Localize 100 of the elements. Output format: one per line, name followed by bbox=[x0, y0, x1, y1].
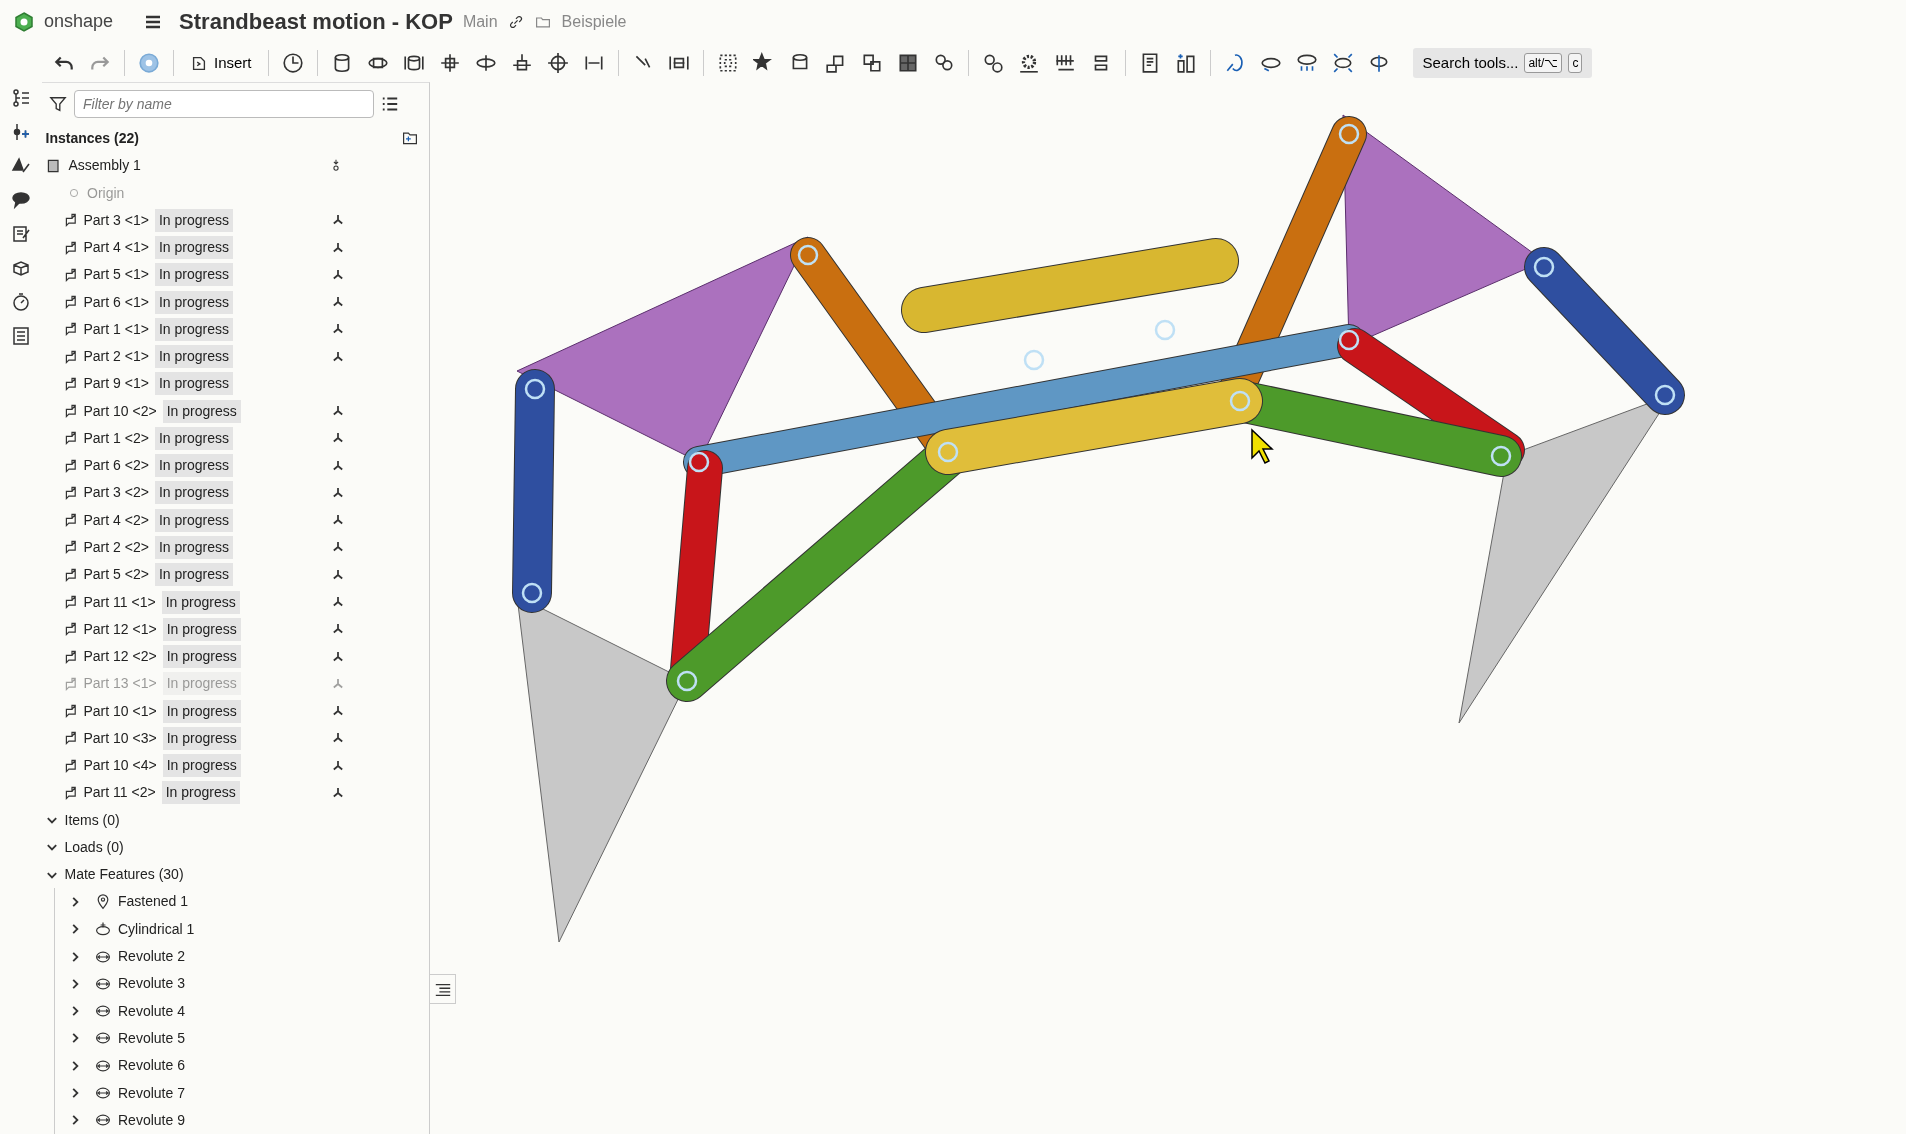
status-tag: In progress bbox=[154, 508, 233, 532]
tree-item-label[interactable]: Part 11 <1> bbox=[83, 591, 156, 613]
notes-icon[interactable] bbox=[11, 223, 31, 244]
tree-item-label[interactable]: Part 12 <1> bbox=[83, 618, 157, 640]
frame-icon[interactable] bbox=[716, 51, 739, 74]
tree-item-label[interactable]: Part 2 <2> bbox=[83, 536, 149, 558]
status-tag: In progress bbox=[154, 236, 233, 260]
status-tag: In progress bbox=[154, 345, 233, 369]
insert-button[interactable]: Insert bbox=[182, 47, 260, 79]
tree-item-label[interactable]: Part 6 <1> bbox=[83, 291, 149, 313]
status-tag: In progress bbox=[162, 672, 241, 696]
key-hint: c bbox=[1568, 52, 1583, 73]
status-tag: In progress bbox=[154, 481, 233, 505]
linkage-drawing[interactable] bbox=[512, 114, 1685, 943]
status-tag: In progress bbox=[162, 754, 241, 778]
add-node-icon[interactable] bbox=[11, 121, 31, 142]
tree-item-label[interactable]: Part 2 <1> bbox=[83, 346, 149, 368]
section-label[interactable]: Loads (0) bbox=[64, 836, 124, 858]
filter-icon[interactable] bbox=[49, 94, 67, 113]
status-tag: In progress bbox=[162, 645, 241, 669]
status-tag: In progress bbox=[154, 563, 233, 587]
tree-item-label[interactable]: Part 5 <2> bbox=[83, 564, 149, 586]
mate-connector-icon[interactable] bbox=[331, 485, 345, 500]
add-folder-icon[interactable] bbox=[401, 130, 419, 147]
mate-connector-icon[interactable] bbox=[331, 595, 345, 609]
status-tag: In progress bbox=[161, 781, 240, 805]
fastened-mate-icon bbox=[95, 893, 111, 910]
tree-item-label[interactable]: Part 10 <1> bbox=[83, 700, 157, 722]
bars-icon[interactable] bbox=[1174, 51, 1197, 74]
mate-connector-icon[interactable] bbox=[331, 649, 345, 664]
mate-connector-icon[interactable] bbox=[331, 758, 345, 773]
checklist-icon[interactable] bbox=[11, 325, 31, 346]
tree-item-label[interactable]: Assembly 1 bbox=[68, 155, 141, 177]
status-tag: In progress bbox=[162, 726, 241, 750]
mate-connector-icon[interactable] bbox=[331, 458, 345, 473]
tree-item-label[interactable]: Cylindrical 1 bbox=[118, 918, 195, 940]
tree-item-label[interactable]: Part 3 <1> bbox=[83, 209, 149, 231]
key-hint: alt/⌥ bbox=[1524, 52, 1563, 73]
tree-item-label[interactable]: Part 12 <2> bbox=[83, 646, 157, 668]
tree-item-label[interactable]: Revolute 7 bbox=[118, 1082, 185, 1104]
stopwatch-icon[interactable] bbox=[11, 291, 31, 312]
tree-item-label[interactable]: Revolute 6 bbox=[118, 1055, 185, 1077]
mate-connector-icon[interactable] bbox=[331, 567, 345, 582]
boxes-icon[interactable] bbox=[860, 51, 883, 74]
tree-item-label[interactable]: Part 10 <3> bbox=[83, 727, 157, 749]
logo-text: onshape bbox=[44, 10, 114, 34]
status-tag: In progress bbox=[154, 290, 233, 314]
cylindrical-mate-icon bbox=[95, 921, 111, 938]
section-label[interactable]: Mate Features (30) bbox=[64, 864, 184, 886]
tree-item-label[interactable]: Part 5 <1> bbox=[83, 264, 149, 286]
search-tools-button[interactable]: Search tools... alt/⌥ c bbox=[1412, 47, 1593, 79]
status-tag: In progress bbox=[161, 590, 240, 614]
mate-connector-icon[interactable] bbox=[331, 240, 345, 255]
link-icon[interactable] bbox=[507, 13, 524, 30]
grid-icon[interactable] bbox=[896, 51, 919, 74]
tree-item-label[interactable]: Part 10 <2> bbox=[83, 400, 157, 422]
comment-icon[interactable] bbox=[11, 189, 31, 210]
status-tag: In progress bbox=[162, 617, 241, 641]
tree-item-label[interactable]: Part 9 <1> bbox=[83, 373, 149, 395]
move-icon[interactable] bbox=[438, 51, 461, 74]
revolute-mate-icon bbox=[95, 1085, 111, 1101]
tree-item-label[interactable]: Revolute 3 bbox=[118, 973, 185, 995]
tree-item-label[interactable]: Revolute 9 bbox=[118, 1109, 185, 1131]
tree-item-label[interactable]: Fastened 1 bbox=[118, 891, 189, 913]
tree-item-label[interactable]: Part 4 <1> bbox=[83, 237, 149, 259]
tree-item-label[interactable]: Revolute 2 bbox=[118, 946, 185, 968]
crosshair-icon[interactable] bbox=[546, 51, 569, 74]
logo-icon bbox=[14, 10, 34, 33]
tree-item-label[interactable]: Revolute 4 bbox=[118, 1000, 185, 1022]
status-tag: In progress bbox=[154, 426, 233, 450]
mate-connector-icon[interactable] bbox=[331, 349, 345, 364]
status-tag: In progress bbox=[162, 399, 241, 423]
mate-connector-icon[interactable] bbox=[331, 267, 345, 282]
status-tag: In progress bbox=[154, 372, 233, 396]
mate-connector-icon[interactable] bbox=[331, 785, 345, 800]
tree-item-label[interactable]: Revolute 5 bbox=[118, 1027, 185, 1049]
tree-item-label[interactable]: Part 3 <2> bbox=[83, 482, 149, 504]
clock-icon[interactable] bbox=[281, 51, 304, 74]
status-tag: In progress bbox=[154, 263, 233, 287]
ellipse-icon[interactable] bbox=[1331, 51, 1354, 74]
tree-icon[interactable] bbox=[11, 87, 31, 108]
tree-item-label[interactable]: Part 1 <2> bbox=[83, 427, 149, 449]
section-label[interactable]: Items (0) bbox=[64, 809, 120, 831]
panel-toggle-button[interactable] bbox=[430, 973, 456, 1004]
status-tag: In progress bbox=[154, 454, 233, 478]
assembly-icon bbox=[45, 157, 62, 174]
instances-heading: Instances (22) bbox=[45, 129, 139, 148]
document-title: Strandbeast motion - KOP bbox=[179, 8, 453, 37]
status-tag: In progress bbox=[154, 208, 233, 232]
tree-item-label[interactable]: Part 11 <2> bbox=[83, 782, 156, 804]
tree-item-label[interactable]: Part 1 <1> bbox=[83, 318, 149, 340]
status-tag: In progress bbox=[162, 699, 241, 723]
cursor-icon bbox=[1251, 428, 1274, 464]
tree-item-label[interactable]: Part 4 <2> bbox=[83, 509, 149, 531]
status-tag: In progress bbox=[154, 317, 233, 341]
branch-label[interactable]: Main bbox=[462, 9, 498, 34]
tree-item-label[interactable]: Part 10 <4> bbox=[83, 755, 157, 777]
filter-field[interactable]: Filter by name bbox=[74, 89, 374, 118]
status-tag: In progress bbox=[154, 535, 233, 559]
tree-item-label[interactable]: Part 6 <2> bbox=[83, 455, 149, 477]
